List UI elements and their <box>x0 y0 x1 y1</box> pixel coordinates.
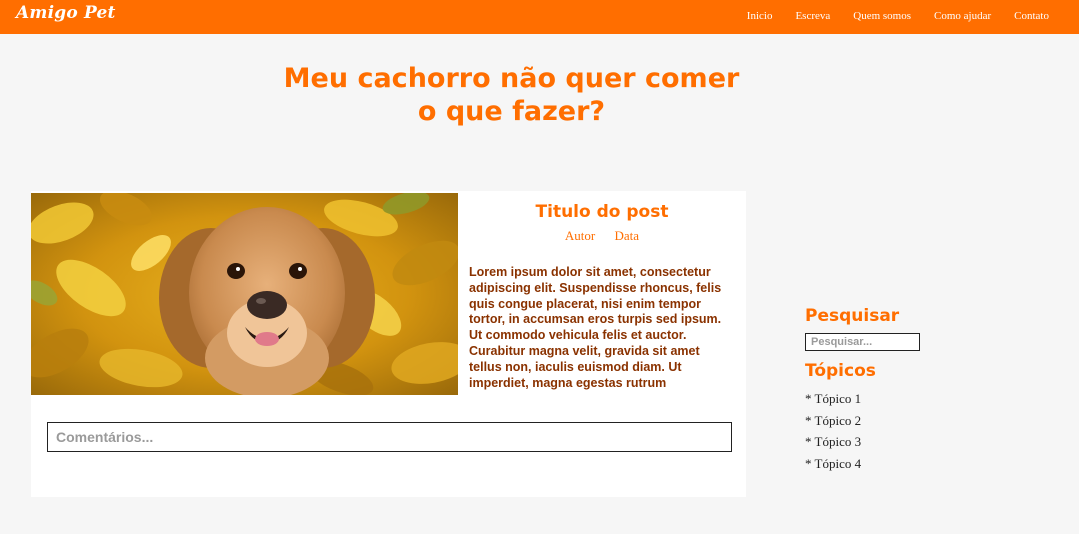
topic-item-1[interactable]: * Tópico 1 <box>805 388 1045 410</box>
page-title-line-1: Meu cachorro não quer comer <box>283 63 740 94</box>
nav-link-como-ajudar[interactable]: Como ajudar <box>934 10 991 22</box>
search-heading: Pesquisar <box>805 306 900 326</box>
sidebar: Pesquisar Tópicos * Tópico 1 * Tópico 2 … <box>805 306 1045 474</box>
dog-photo <box>31 193 458 395</box>
top-navbar: Amigo Pet Inicio Escreva Quem somos Como… <box>0 0 1079 34</box>
topics-list: * Tópico 1 * Tópico 2 * Tópico 3 * Tópic… <box>805 388 1045 474</box>
post-card: Titulo do post Autor Data Lorem ipsum do… <box>31 191 746 497</box>
topics-heading: Tópicos <box>805 361 876 381</box>
main-nav: Inicio Escreva Quem somos Como ajudar Co… <box>747 10 1049 22</box>
nav-link-escreva[interactable]: Escreva <box>795 10 830 22</box>
comment-input[interactable] <box>47 422 732 452</box>
page-title: Meu cachorro não quer comer o que fazer? <box>280 62 743 128</box>
site-logo[interactable]: Amigo Pet <box>16 3 116 23</box>
topic-item-3[interactable]: * Tópico 3 <box>805 431 1045 453</box>
nav-link-contato[interactable]: Contato <box>1014 10 1049 22</box>
post-author[interactable]: Autor <box>565 228 595 243</box>
search-input[interactable] <box>805 333 920 351</box>
topic-item-4[interactable]: * Tópico 4 <box>805 453 1045 475</box>
topic-item-2[interactable]: * Tópico 2 <box>805 410 1045 432</box>
post-date: Data <box>614 228 640 243</box>
post-meta: Autor Data <box>458 228 746 244</box>
page-title-line-2: o que fazer? <box>417 96 606 127</box>
post-title[interactable]: Titulo do post <box>458 202 746 222</box>
post-body: Lorem ipsum dolor sit amet, consectetur … <box>469 265 722 390</box>
post-image <box>31 193 458 395</box>
nav-link-quem-somos[interactable]: Quem somos <box>853 10 911 22</box>
nav-link-inicio[interactable]: Inicio <box>747 10 773 22</box>
